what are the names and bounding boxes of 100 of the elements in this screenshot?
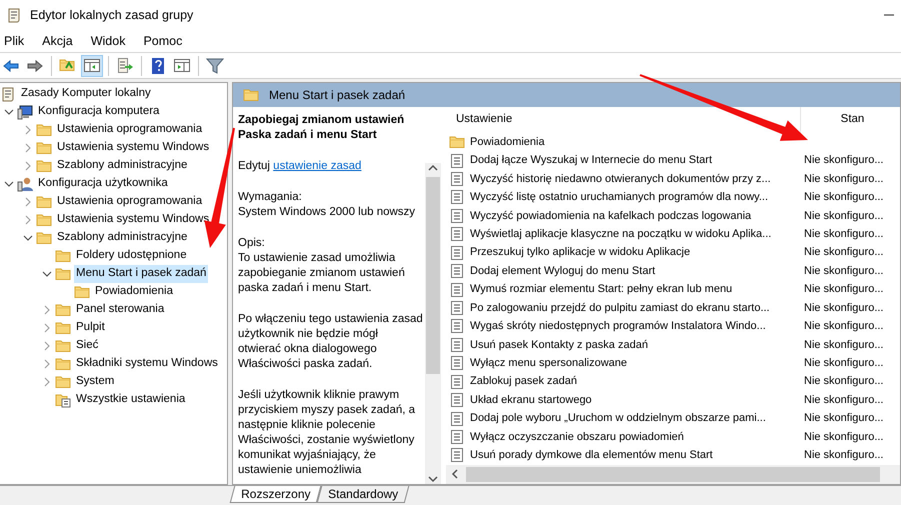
tree-item[interactable]: Foldery udostępnione <box>74 247 189 265</box>
chevron-right-icon[interactable] <box>42 305 52 315</box>
setting-name[interactable]: Wygaś skróty niedostępnych programów Instalatora Windo... <box>470 318 766 335</box>
tree-item[interactable]: Szablony administracyjne <box>55 157 190 175</box>
tree-item[interactable]: Powiadomienia <box>93 283 175 301</box>
folder-icon <box>36 140 52 156</box>
scroll-down-icon[interactable] <box>428 474 438 484</box>
setting-icon <box>449 336 465 353</box>
tree-pane-icon <box>83 56 101 74</box>
setting-state: Nie skonfiguro... <box>803 227 884 242</box>
folder-icon <box>243 87 259 103</box>
menu-item[interactable]: Akcja <box>38 32 81 50</box>
settings-list-icon <box>55 392 71 408</box>
tree-item[interactable]: Pulpit <box>74 319 107 337</box>
window-title: Edytor lokalnych zasad grupy <box>30 6 194 24</box>
scroll-icon <box>0 86 16 102</box>
setting-state: Nie skonfiguro... <box>803 190 884 206</box>
tree-item[interactable]: Menu Start i pasek zadań <box>74 265 208 283</box>
column-header[interactable]: Ustawienie <box>446 111 800 129</box>
folder-icon <box>55 356 71 372</box>
folder-icon <box>55 248 71 264</box>
tree-item[interactable]: Szablony administracyjne <box>55 229 190 247</box>
setting-name[interactable]: Zablokuj pasek zadań <box>470 373 578 390</box>
setting-icon <box>449 152 465 169</box>
folder-icon <box>36 230 52 246</box>
setting-name[interactable]: Wyczyść listę ostatnio uruchamianych programów dla nowy... <box>470 189 768 206</box>
chevron-right-icon[interactable] <box>22 125 32 135</box>
tree-item[interactable]: Ustawienia oprogramowania <box>55 193 204 211</box>
folder-icon <box>449 134 465 150</box>
chevron-down-icon[interactable] <box>22 233 32 243</box>
folder-icon <box>36 212 52 228</box>
setting-icon <box>449 300 465 316</box>
setting-name[interactable]: Po zalogowaniu przejdź do pulpitu zamiast do ekranu starto... <box>470 300 770 316</box>
setting-icon <box>449 392 465 408</box>
chevron-down-icon[interactable] <box>4 107 14 117</box>
setting-icon <box>449 171 465 188</box>
folder-icon <box>55 266 71 282</box>
setting-state: Nie skonfiguro... <box>803 411 884 426</box>
chevron-right-icon[interactable] <box>42 323 52 333</box>
tree-item[interactable]: Zasady Komputer lokalny <box>19 85 153 103</box>
view-tab[interactable]: Rozszerzony <box>230 486 322 503</box>
setting-state: Nie skonfiguro... <box>803 208 884 224</box>
tree-item[interactable]: Konfiguracja komputera <box>36 103 162 121</box>
setting-state: Nie skonfiguro... <box>803 172 884 187</box>
folder-icon <box>55 320 71 336</box>
setting-name[interactable]: Dodaj pole wyboru „Uruchom w oddzielnym obszarze pami... <box>470 410 766 427</box>
setting-icon <box>449 208 465 224</box>
setting-icon <box>449 282 465 298</box>
policy-link[interactable]: ustawienie zasad <box>273 160 362 172</box>
setting-icon <box>449 244 465 261</box>
menu-item[interactable]: Plik <box>0 32 32 50</box>
setting-name[interactable]: Wyczyść powiadomienia na kafelkach podczas logowania <box>470 208 752 224</box>
tree-item[interactable]: Konfiguracja użytkownika <box>36 175 170 193</box>
chevron-right-icon[interactable] <box>22 143 32 153</box>
setting-state: Nie skonfiguro... <box>803 430 884 445</box>
tree-item[interactable]: Panel sterowania <box>74 301 166 319</box>
setting-name[interactable]: Układ ekranu startowego <box>470 392 592 408</box>
setting-name[interactable]: Usuń pasek Kontakty z paska zadań <box>470 336 648 354</box>
chevron-right-icon[interactable] <box>22 215 32 225</box>
description-text: Opis: To ustawienie zasad umożliwia zapobieganie zmianom ustawień paska zadań i menu Start. <box>238 236 406 296</box>
chevron-right-icon[interactable] <box>42 341 52 351</box>
scroll-up-icon[interactable] <box>428 163 438 173</box>
setting-name[interactable]: Wyłącz oczyszczanie obszaru powiadomień <box>470 428 684 446</box>
tree-item[interactable]: Ustawienia systemu Windows <box>55 211 212 229</box>
setting-name[interactable]: Przeszukuj tylko aplikacje w widoku Aplikacje <box>470 244 690 261</box>
menu-item[interactable]: Pomoc <box>139 32 190 50</box>
tree-item[interactable]: Sieć <box>74 337 100 355</box>
setting-name[interactable]: Powiadomienia <box>470 134 545 150</box>
tree-pane-button[interactable] <box>81 54 103 76</box>
setting-icon <box>449 263 465 280</box>
setting-name[interactable]: Dodaj łącze Wyszukaj w Internecie do menu Start <box>470 152 712 169</box>
tree-item[interactable]: Składniki systemu Windows <box>74 355 220 373</box>
chevron-down-icon[interactable] <box>4 179 14 189</box>
setting-name[interactable]: Dodaj element Wyloguj do menu Start <box>470 262 656 280</box>
tree-item[interactable]: System <box>74 373 116 391</box>
setting-state: Nie skonfiguro... <box>803 448 884 464</box>
setting-name[interactable]: Usuń porady dymkowe dla elementów menu Start <box>470 447 713 464</box>
chevron-down-icon[interactable] <box>42 269 52 279</box>
setting-state: Nie skonfiguro... <box>803 153 884 168</box>
setting-state: Nie skonfiguro... <box>803 338 884 353</box>
tree-item[interactable]: Wszystkie ustawienia <box>74 391 188 409</box>
setting-name[interactable]: Wyczyść historię niedawno otwieranych dokumentów przy z... <box>470 170 771 188</box>
setting-state: Nie skonfiguro... <box>803 245 884 260</box>
setting-icon <box>449 374 465 390</box>
chevron-right-icon[interactable] <box>42 359 52 369</box>
chevron-right-icon[interactable] <box>22 197 32 207</box>
tree-item[interactable]: Ustawienia oprogramowania <box>55 121 204 139</box>
scroll-left-icon[interactable] <box>450 469 460 480</box>
setting-state: Nie skonfiguro... <box>803 300 884 316</box>
view-tab[interactable]: Standardowy <box>317 486 410 503</box>
tree-item[interactable]: Ustawienia systemu Windows <box>55 139 212 157</box>
setting-name[interactable]: Wyłącz menu spersonalizowane <box>470 355 628 372</box>
setting-icon <box>449 189 465 206</box>
scrollbar-thumb[interactable] <box>426 177 440 374</box>
setting-name[interactable]: Wyświetlaj aplikacje klasyczne na początku w widoku Aplika... <box>470 226 772 243</box>
setting-name[interactable]: Wymuś rozmiar elementu Start: pełny ekran lub menu <box>470 281 732 298</box>
chevron-right-icon[interactable] <box>42 377 52 387</box>
menu-item[interactable]: Widok <box>86 32 134 50</box>
scrollbar-thumb[interactable] <box>466 466 880 482</box>
chevron-right-icon[interactable] <box>22 161 32 171</box>
